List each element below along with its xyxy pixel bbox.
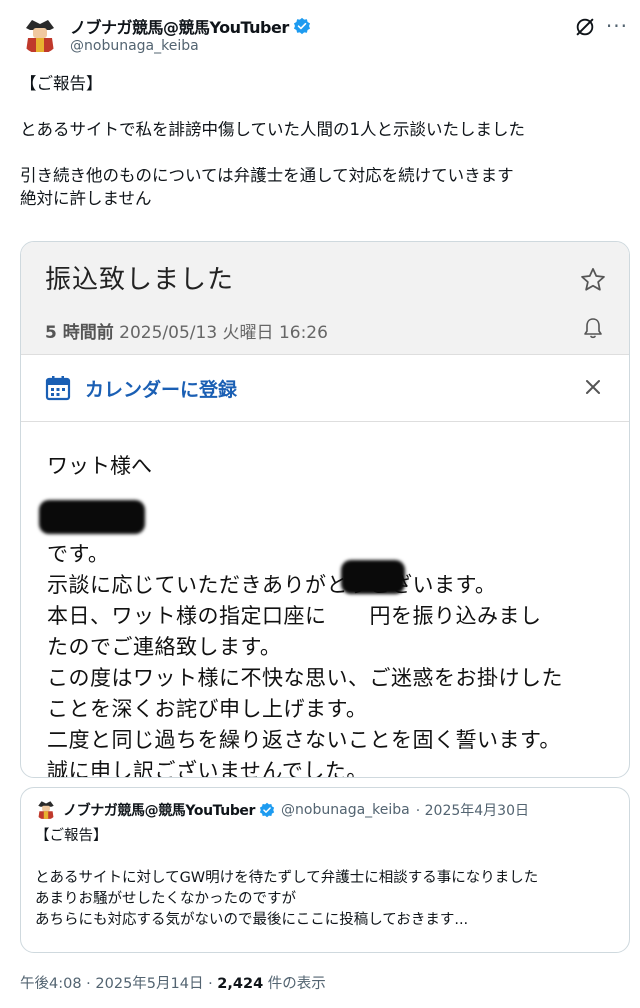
- quoted-tweet[interactable]: ノブナガ競馬@競馬YouTuber @nobunaga_keiba · 2025…: [20, 787, 630, 953]
- mail-time-relative: 5 時間前: [45, 323, 114, 343]
- display-name[interactable]: ノブナガ競馬@競馬YouTuber: [70, 14, 289, 38]
- tweet-timestamp[interactable]: 午後4:08 · 2025年5月14日 ·: [20, 976, 217, 992]
- verified-badge-icon: [293, 17, 310, 35]
- close-icon: [586, 380, 600, 394]
- more-options-icon[interactable]: ···: [606, 14, 628, 38]
- tweet-header: ノブナガ競馬@競馬YouTuber @nobunaga_keiba ···: [20, 12, 630, 56]
- quoted-text: 【ご報告】 とあるサイトに対してGW明けを待たずして弁護士に相談する事になりまし…: [35, 828, 539, 928]
- redaction-mark: [341, 560, 405, 594]
- avatar[interactable]: [20, 14, 60, 54]
- mail-header: 振込致しました 5 時間前 2025/05/13 火曜日 16:26: [21, 242, 629, 355]
- mail-greeting: ワット様へ: [47, 454, 152, 478]
- quoted-date: · 2025年4月30日: [415, 803, 530, 819]
- quoted-display-name: ノブナガ競馬@競馬YouTuber: [63, 803, 256, 819]
- mail-timestamp: 5 時間前 2025/05/13 火曜日 16:26: [45, 318, 328, 343]
- quoted-avatar: [35, 798, 57, 820]
- calendar-icon: [45, 376, 71, 401]
- quoted-handle: @nobunaga_keiba: [281, 802, 410, 818]
- redaction-mark: [39, 500, 145, 534]
- mail-time-absolute: 2025/05/13 火曜日 16:26: [119, 323, 328, 343]
- calendar-row: カレンダーに登録: [21, 355, 629, 422]
- tweet-footer: 午後4:08 · 2025年5月14日 · 2,424 件の表示: [20, 972, 326, 993]
- quoted-header: ノブナガ競馬@競馬YouTuber @nobunaga_keiba · 2025…: [63, 800, 529, 820]
- view-count: 2,424: [217, 976, 264, 992]
- grok-icon[interactable]: [574, 16, 596, 38]
- handle[interactable]: @nobunaga_keiba: [70, 38, 199, 54]
- view-count-label: 件の表示: [263, 976, 326, 992]
- verified-badge-icon: [259, 802, 275, 818]
- star-icon: [581, 268, 605, 291]
- tweet-text: 【ご報告】 とあるサイトで私を誹謗中傷していた人間の1人と示談いたしました 引き…: [20, 74, 526, 208]
- calendar-register-label: カレンダーに登録: [85, 379, 238, 401]
- mail-body: です。 示談に応じていただきありがとうございます。 本日、ワット様の指定口座に …: [47, 508, 617, 778]
- mail-body-text: です。 示談に応じていただきありがとうございます。 本日、ワット様の指定口座に …: [47, 542, 563, 778]
- mail-subject: 振込致しました: [45, 265, 235, 295]
- bell-icon: [584, 318, 602, 339]
- email-screenshot-image[interactable]: 振込致しました 5 時間前 2025/05/13 火曜日 16:26 カレンダー…: [20, 241, 630, 778]
